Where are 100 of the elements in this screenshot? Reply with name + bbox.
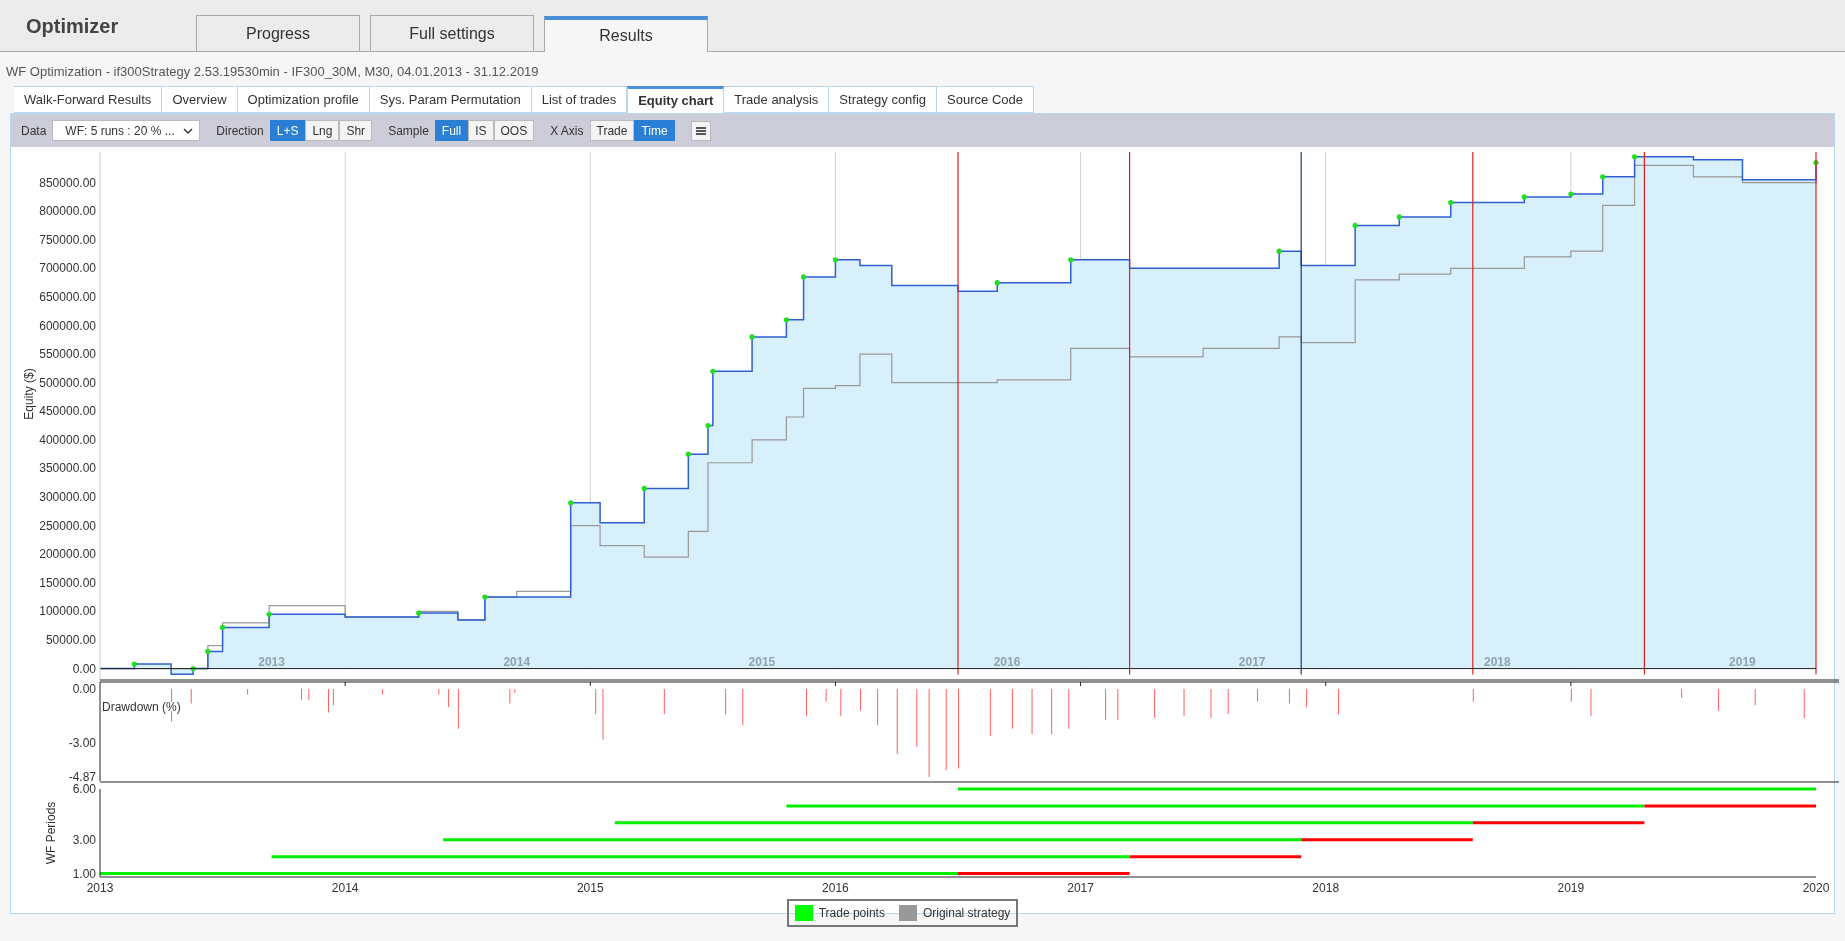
y-tick-label: 400000.00 [39,432,96,447]
y-tick-label: 150000.00 [39,575,96,590]
trade-point [705,423,711,429]
trade-point [749,334,755,340]
toolbar-group-label: Direction [216,122,264,140]
toolbar-group-label: Sample [388,122,429,140]
y-tick-label: 850000.00 [39,175,96,190]
y-tick-label: 700000.00 [39,261,96,276]
x-tick-label: 2020 [1802,881,1830,895]
x-tick-label: 2019 [1557,881,1585,895]
trade-point [1448,200,1454,206]
result-tab[interactable]: Equity chart [627,86,725,113]
trade-point [568,500,574,506]
y-tick-label: -3.00 [68,736,96,751]
trade-point [131,661,137,667]
main-tab[interactable]: Full settings [370,15,534,51]
run-subtitle: WF Optimization - if300Strategy 2.53.19530min - IF300_30M, M30, 04.01.2013 - 31.12.2019 [5,63,540,81]
x-tick-label: 2013 [86,881,114,895]
toolbar-group-label: X Axis [550,122,584,140]
x-tick-label: 2018 [1312,881,1340,895]
data-label: Data [21,122,47,140]
legend-label: Trade points [818,905,885,922]
y-tick-label: 800000.00 [39,204,96,219]
trade-point [190,665,196,672]
trade-point [205,648,211,654]
trade-point [219,624,226,630]
x-tick-label: 2016 [822,881,849,895]
period-label: 2017 [1238,654,1266,669]
menu-icon [695,126,706,135]
trade-point [685,451,691,457]
x-tick-label: 2017 [1067,881,1094,895]
y-tick-label: 550000.00 [39,347,96,362]
result-tab[interactable]: Strategy config [829,86,938,113]
y-tick-label: 600000.00 [39,318,96,333]
x-tick-label: 2014 [331,881,359,895]
trade-point [416,610,422,616]
toggle-option[interactable]: Shr [339,120,373,141]
y-tick-label: 300000.00 [39,490,96,505]
x-tick-label: 2015 [576,881,604,895]
menu-button[interactable] [690,120,711,141]
y-tick-label: 350000.00 [39,461,96,476]
y-tick-label: 0.00 [72,661,96,676]
y-tick-label: 500000.00 [39,375,96,390]
toggle-option[interactable]: Time [634,120,675,141]
trade-point [1600,174,1606,180]
toggle-option[interactable]: Trade [589,120,635,141]
main-tab[interactable]: Results [544,16,708,52]
toggle-option[interactable]: OOS [493,120,535,141]
toggle-option[interactable]: Lng [305,120,340,141]
toggle-option[interactable]: L+S [269,120,306,141]
trade-point [1068,257,1074,263]
result-tab[interactable]: Overview [162,86,238,113]
trade-point [482,594,488,600]
main-tab[interactable]: Progress [196,15,360,51]
y-tick-label: 250000.00 [39,518,96,533]
trade-point [1352,222,1358,229]
trade-point [266,611,272,617]
trade-point [1632,154,1638,160]
trade-point [783,317,789,323]
y-tick-label: -4.87 [68,770,96,781]
period-label: 2015 [748,654,776,669]
period-label: 2016 [993,654,1021,669]
period-label: 2013 [258,654,285,669]
trade-point [1521,194,1527,200]
result-tab[interactable]: List of trades [531,86,628,113]
trade-point [994,280,1000,286]
result-tab[interactable]: Optimization profile [237,86,370,113]
app-title: Optimizer [25,13,120,39]
period-label: 2014 [503,654,531,669]
trade-point [832,257,839,263]
chevron-down-icon [183,127,194,134]
y-tick-label: 650000.00 [39,289,96,304]
period-label: 2019 [1729,654,1756,669]
trade-point [800,274,807,280]
y-tick-label: 1.00 [72,866,96,881]
result-tab[interactable]: Trade analysis [724,86,830,113]
result-tab[interactable]: Walk-Forward Results [14,86,163,113]
y-tick-label: 100000.00 [39,604,96,619]
y-tick-label: 6.00 [72,782,96,796]
y-tick-label: 450000.00 [39,404,96,419]
trade-point [1813,160,1819,166]
period-label: 2018 [1483,654,1511,669]
y-axis-title: WF Periods [44,801,58,865]
y-tick-label: 200000.00 [39,547,96,562]
trade-point [1276,248,1282,254]
trade-point [1396,214,1402,220]
toggle-option[interactable]: Full [434,120,469,141]
trade-point [641,485,647,492]
toggle-option[interactable]: IS [468,120,494,141]
result-tab[interactable]: Sys. Param Permutation [369,86,532,113]
y-tick-label: 50000.00 [45,633,96,647]
trade-point [1568,191,1574,197]
y-tick-label: 750000.00 [39,232,96,247]
y-tick-label: 3.00 [72,832,96,847]
data-select[interactable]: WF: 5 runs : 20 % ... [52,120,201,141]
y-tick-label: 0.00 [72,682,96,696]
result-tab[interactable]: Source Code [937,86,1034,113]
y-axis-title: Equity ($) [22,368,36,420]
legend-label: Original strategy [922,905,1011,922]
trade-point [710,368,716,374]
